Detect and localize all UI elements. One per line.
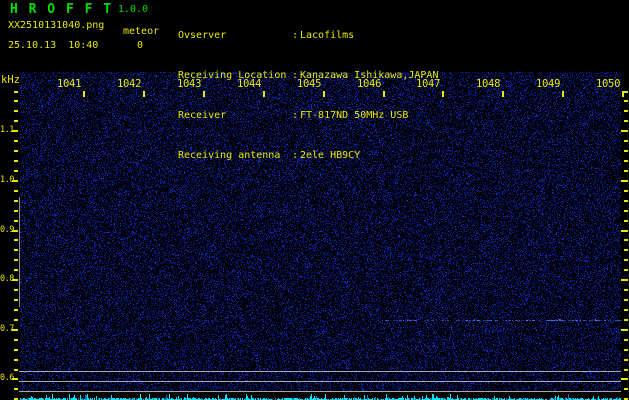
info-separator: :: [292, 29, 299, 41]
time-tick-label: 1041: [57, 78, 82, 90]
time-tick-label: 1044: [237, 78, 262, 90]
info-separator: :: [292, 150, 299, 162]
time-tick-label: 1043: [177, 78, 202, 90]
info-value: FT-817ND 50MHz USB: [300, 110, 409, 122]
freq-axis-unit-label: kHz: [1, 74, 20, 86]
freq-tick-label: 1.1: [0, 125, 14, 135]
meteor-count-value: 0: [137, 40, 144, 51]
time-tick-label: 1046: [357, 78, 382, 90]
info-label: Receiver: [178, 110, 227, 122]
info-separator: :: [292, 110, 299, 122]
time-tick-label: 1042: [117, 78, 142, 90]
info-label: Receiving antenna: [178, 150, 281, 162]
freq-tick-label: 1.0: [0, 175, 14, 185]
observation-mode-label: meteor: [123, 26, 160, 37]
capture-datetime: 25.10.13 10:40: [8, 40, 99, 51]
info-row-observer: Ovserver: Lacofilms: [178, 29, 438, 42]
freq-tick-label: 0.7: [0, 324, 14, 334]
info-label: Ovserver: [178, 29, 227, 41]
time-tick-label: 1047: [416, 78, 441, 90]
hrofft-window: H R O F F T 1.0.0 XX2510131040.png meteo…: [0, 0, 629, 400]
time-tick-label: 1045: [297, 78, 322, 90]
info-row-receiver: Receiver: FT-817ND 50MHz USB: [178, 109, 438, 122]
time-tick-label: 1049: [536, 78, 561, 90]
freq-tick-label: 0.6: [0, 373, 14, 383]
info-value: Lacofilms: [300, 29, 355, 41]
capture-filename: XX2510131040.png: [8, 20, 105, 31]
app-title: H R O F F T: [10, 2, 113, 17]
info-value: 2ele HB9CY: [300, 150, 361, 162]
time-tick-label: 1048: [476, 78, 501, 90]
time-tick-label: 1050: [596, 78, 621, 90]
freq-tick-label: 0.8: [0, 274, 14, 284]
info-row-antenna: Receiving antenna:2ele HB9CY: [178, 149, 438, 162]
freq-tick-label: 0.9: [0, 225, 14, 235]
station-info-block: Ovserver: Lacofilms Receiving Location: Ka…: [178, 2, 438, 190]
app-version: 1.0.0: [118, 4, 149, 15]
